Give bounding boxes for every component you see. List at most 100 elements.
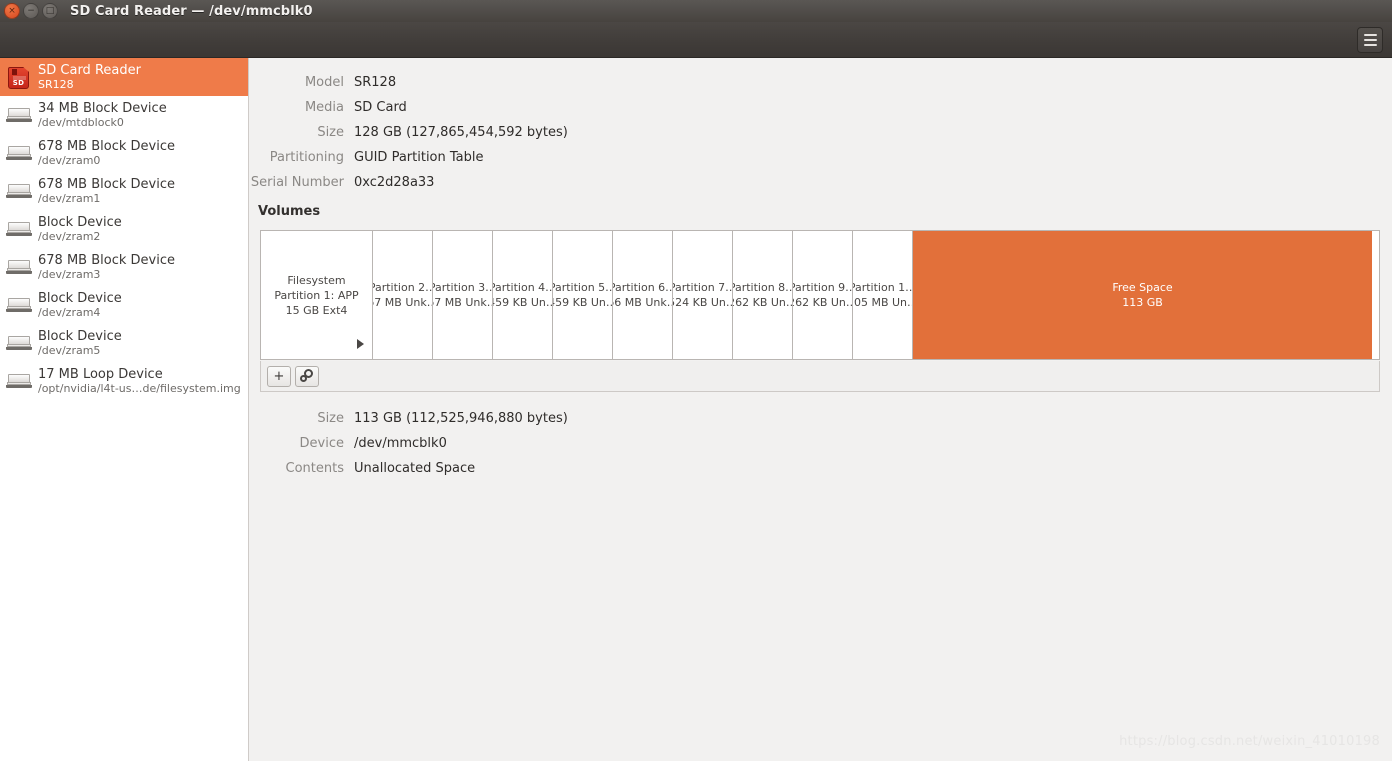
sidebar-item-text: Block Device/dev/zram2: [38, 215, 248, 244]
additional-partition-options-button[interactable]: [295, 365, 319, 387]
sidebar-item-path: /dev/mtdblock0: [38, 115, 124, 129]
sidebar-item-dev-zram4[interactable]: Block Device/dev/zram4: [0, 286, 248, 324]
info-row: Serial Number 0xc2d28a33: [250, 170, 1392, 195]
volume-partition-2[interactable]: Partition 2… 67 MB Unk…: [373, 231, 433, 359]
info-row: Size 113 GB (112,525,946,880 bytes): [250, 406, 1392, 431]
volume-partition-9[interactable]: Partition 9… 262 KB Un…: [793, 231, 853, 359]
sidebar-item-label: 678 MB Block Device: [38, 176, 175, 192]
sidebar-item-text: 678 MB Block Device/dev/zram0: [38, 139, 248, 168]
info-label: Size: [317, 125, 344, 140]
volume-partition-4[interactable]: Partition 4… 459 KB Un…: [493, 231, 553, 359]
info-label: Device: [299, 436, 344, 451]
info-label: Model: [304, 75, 344, 90]
drive-icon: [4, 138, 34, 168]
volume-partition-8[interactable]: Partition 8… 262 KB Un…: [733, 231, 793, 359]
sidebar-item-dev-zram2[interactable]: Block Device/dev/zram2: [0, 210, 248, 248]
info-row: Contents Unallocated Space: [250, 456, 1392, 481]
sidebar-item-dev-zram3[interactable]: 678 MB Block Device/dev/zram3: [0, 248, 248, 286]
volume-label-line: Partition 1: APP: [274, 288, 359, 302]
drive-icon: [4, 328, 34, 358]
info-value: 0xc2d28a33: [354, 175, 435, 190]
window-close-button[interactable]: ×: [4, 3, 20, 19]
sidebar-item-path: /dev/zram2: [38, 229, 101, 243]
volume-label-line: 105 MB Un…: [853, 296, 912, 309]
sidebar-item-path: /dev/zram1: [38, 191, 101, 205]
minimize-icon: −: [27, 5, 35, 16]
volumes-heading: Volumes: [258, 204, 321, 219]
volume-partition-3[interactable]: Partition 3… 67 MB Unk…: [433, 231, 493, 359]
volume-label-line: Free Space: [1112, 281, 1173, 294]
volume-partition-7[interactable]: Partition 7… 524 KB Un…: [673, 231, 733, 359]
volume-label-line: Partition 6…: [613, 281, 672, 294]
volume-label-line: Partition 7…: [673, 281, 732, 294]
sidebar-item-text: 17 MB Loop Device/opt/nvidia/l4t-us…de/f…: [38, 367, 248, 396]
sidebar-item-text: 34 MB Block Device/dev/mtdblock0: [38, 101, 248, 130]
hamburger-menu-icon[interactable]: [1357, 27, 1383, 53]
drive-icon: [4, 214, 34, 244]
info-row: Size 128 GB (127,865,454,592 bytes): [250, 120, 1392, 145]
volume-partition-10[interactable]: Partition 1… 105 MB Un…: [853, 231, 913, 359]
maximize-icon: □: [45, 5, 55, 16]
volume-partition-5[interactable]: Partition 5… 459 KB Un…: [553, 231, 613, 359]
info-value: Unallocated Space: [354, 461, 476, 476]
info-row: Media SD Card: [250, 95, 1392, 120]
volume-label-line: Partition 9…: [793, 281, 852, 294]
volumes-toolbar: +: [260, 361, 1380, 392]
volumes-bar[interactable]: Filesystem Partition 1: APP 15 GB Ext4 Part…: [260, 230, 1380, 360]
volume-label-line: 66 MB Unk…: [613, 296, 672, 309]
window-controls: × − □: [0, 3, 58, 19]
info-value: GUID Partition Table: [354, 150, 484, 165]
device-sidebar[interactable]: SD SD Card Reader SR128 34 MB Block Device /…: [0, 58, 249, 761]
volume-label-line: 459 KB Un…: [493, 296, 552, 309]
info-row: Device/dev/mmcblk0: [250, 431, 1392, 456]
sidebar-item-label: Block Device: [38, 214, 122, 230]
volume-label-line: 67 MB Unk…: [373, 296, 432, 309]
expand-triangle-icon[interactable]: [357, 339, 364, 349]
sidebar-item-dev-zram5[interactable]: Block Device/dev/zram5: [0, 324, 248, 362]
watermark-text: https://blog.csdn.net/weixin_41010198: [1119, 734, 1380, 749]
info-label: Contents: [285, 461, 344, 476]
drive-icon: [4, 252, 34, 282]
sidebar-item-label: SD Card Reader: [38, 62, 141, 78]
sidebar-item-label: 678 MB Block Device: [38, 252, 175, 268]
info-label: Partitioning: [269, 150, 344, 165]
volume-label-line: 67 MB Unk…: [433, 296, 492, 309]
info-value: SD Card: [354, 100, 407, 115]
sidebar-item-text: 678 MB Block Device/dev/zram3: [38, 253, 248, 282]
sidebar-item-sr128[interactable]: SD SD Card Reader SR128: [0, 58, 248, 96]
close-icon: ×: [8, 5, 16, 16]
sidebar-item-label: Block Device: [38, 290, 122, 306]
info-value: /dev/mmcblk0: [354, 436, 447, 451]
volume-partition-6[interactable]: Partition 6… 66 MB Unk…: [613, 231, 673, 359]
volume-free-space[interactable]: Free Space 113 GB: [913, 231, 1372, 359]
window-titlebar: × − □ SD Card Reader — /dev/mmcblk0: [0, 0, 1392, 22]
sidebar-item-text: Block Device/dev/zram5: [38, 329, 248, 358]
menu-line-3: [1363, 44, 1377, 46]
sidebar-item-path: /dev/zram5: [38, 343, 101, 357]
selection-info-table: Size 113 GB (112,525,946,880 bytes) Device…: [250, 406, 1392, 481]
sidebar-item-opt-nvidia-l4t-us-de-filesystem-img[interactable]: 17 MB Loop Device/opt/nvidia/l4t-us…de/f…: [0, 362, 248, 400]
sidebar-item-dev-mtdblock0[interactable]: 34 MB Block Device/dev/mtdblock0: [0, 96, 248, 134]
volume-label-line: 262 KB Un…: [733, 296, 792, 309]
volume-label-line: 113 GB: [1122, 296, 1163, 309]
app-header: [0, 22, 1392, 58]
drive-icon: [4, 176, 34, 206]
drive-info-table: Model SR128 Media SD Card Size 128 GB (127,86…: [250, 70, 1392, 195]
volume-label-line: Filesystem: [287, 273, 346, 287]
window-minimize-button[interactable]: −: [23, 3, 39, 19]
volume-label-line: Partition 4…: [493, 281, 552, 294]
volume-label-line: Partition 8…: [733, 281, 792, 294]
sidebar-item-text: 678 MB Block Device/dev/zram1: [38, 177, 248, 206]
info-label: Size: [317, 411, 344, 426]
volume-partition-1[interactable]: Filesystem Partition 1: APP 15 GB Ext4: [261, 231, 373, 359]
sidebar-item-dev-zram1[interactable]: 678 MB Block Device/dev/zram1: [0, 172, 248, 210]
window-maximize-button[interactable]: □: [42, 3, 58, 19]
sidebar-item-label: Block Device: [38, 328, 122, 344]
info-label: Serial Number: [250, 175, 344, 190]
volume-label-line: Partition 1…: [853, 281, 912, 294]
sidebar-item-path: /dev/zram4: [38, 305, 101, 319]
info-label: Media: [304, 100, 344, 115]
sidebar-item-dev-zram0[interactable]: 678 MB Block Device/dev/zram0: [0, 134, 248, 172]
create-partition-button[interactable]: +: [267, 365, 291, 387]
menu-line-2: [1363, 39, 1377, 41]
